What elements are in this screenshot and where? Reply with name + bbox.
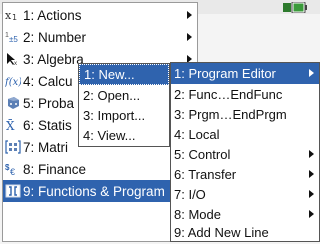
submenu-arrow-icon	[187, 33, 192, 41]
calculus-icon: f(x)	[5, 74, 21, 88]
submenu-item-control[interactable]: 5: Control	[171, 144, 319, 164]
submenu-item-label: 3: Import...	[83, 107, 146, 123]
submenu-item-label: 6: Transfer	[174, 166, 237, 182]
algebra-icon: x	[5, 52, 21, 66]
submenu-arrow-icon	[309, 150, 314, 158]
svg-text:X̄: X̄	[6, 118, 15, 132]
submenu-arrow-icon	[309, 69, 314, 77]
submenu-item-local[interactable]: 4: Local	[171, 124, 319, 144]
submenu-item-mode[interactable]: 8: Mode	[171, 204, 319, 224]
menu-item-label: 5: Proba	[23, 95, 75, 111]
submenu-item-program-editor[interactable]: 1: Program Editor	[171, 63, 319, 84]
menu-item-functions-programs[interactable]: 9: Functions & Program	[3, 180, 197, 202]
actions-icon: x1	[5, 8, 21, 22]
submenu-item-transfer[interactable]: 6: Transfer	[171, 164, 319, 184]
number-icon: 1 ±5	[5, 30, 21, 44]
svg-text:1: 1	[12, 13, 17, 22]
submenu-item-add-new-line[interactable]: 9: Add New Line	[171, 224, 319, 241]
menu-item-label: 8: Finance	[23, 161, 87, 177]
menu-item-label: 1: Actions	[23, 7, 82, 23]
statistics-icon: X̄	[5, 118, 21, 132]
svg-text:x: x	[14, 61, 17, 66]
calculator-screen: x1 1: Actions 1 ±5 2: Number x 3: Algebra…	[0, 0, 320, 244]
finance-icon: $ €	[5, 162, 21, 176]
menu-item-actions[interactable]: x1 1: Actions	[3, 4, 197, 26]
svg-text:x: x	[5, 9, 12, 22]
submenu-item-label: 3: Prgm…EndPrgm	[174, 106, 287, 122]
submenu-item-label: 1: New...	[84, 67, 135, 82]
menu-item-number[interactable]: 1 ±5 2: Number	[3, 26, 197, 48]
menu-item-label: 2: Number	[23, 29, 87, 45]
menu-item-label: 6: Statis	[23, 117, 72, 133]
svg-text:€: €	[10, 167, 15, 176]
submenu-arrow-icon	[187, 11, 192, 19]
functions-programs-icon	[5, 184, 21, 198]
submenu-arrow-icon	[309, 190, 314, 198]
functions-programs-submenu: 1: New... 2: Open... 3: Import... 4: Vie…	[78, 63, 170, 147]
submenu-item-func-endfunc[interactable]: 2: Func…EndFunc	[171, 84, 319, 104]
submenu-item-label: 5: Control	[174, 146, 231, 162]
svg-text:±5: ±5	[9, 35, 18, 44]
matrix-icon	[5, 140, 21, 154]
submenu-item-label: 9: Add New Line	[174, 225, 269, 240]
submenu-item-label: 2: Func…EndFunc	[174, 86, 283, 102]
menu-item-label: 4: Calcu	[23, 73, 73, 89]
program-editor-submenu: 1: Program Editor 2: Func…EndFunc 3: Prg…	[170, 62, 320, 242]
submenu-item-import[interactable]: 3: Import...	[79, 105, 169, 125]
battery-icon	[283, 2, 307, 13]
submenu-item-open[interactable]: 2: Open...	[79, 85, 169, 105]
submenu-item-label: 4: Local	[174, 126, 220, 142]
menu-item-finance[interactable]: $ € 8: Finance	[3, 158, 197, 180]
submenu-item-new[interactable]: 1: New...	[79, 64, 169, 85]
submenu-item-label: 7: I/O	[174, 186, 206, 202]
submenu-item-io[interactable]: 7: I/O	[171, 184, 319, 204]
menu-item-label: 3: Algebra	[23, 51, 84, 67]
submenu-item-label: 1: Program Editor	[174, 66, 276, 81]
submenu-item-view[interactable]: 4: View...	[79, 125, 169, 145]
submenu-item-label: 2: Open...	[83, 87, 141, 103]
submenu-item-label: 4: View...	[83, 127, 136, 143]
menu-item-label: 9: Functions & Program	[23, 183, 165, 199]
menu-item-label: 7: Matri	[23, 139, 69, 155]
submenu-item-label: 8: Mode	[174, 206, 221, 222]
submenu-item-prgm-endprgm[interactable]: 3: Prgm…EndPrgm	[171, 104, 319, 124]
probability-icon	[5, 96, 21, 110]
submenu-arrow-icon	[309, 210, 314, 218]
submenu-arrow-icon	[309, 170, 314, 178]
svg-text:f(x): f(x)	[5, 77, 21, 88]
